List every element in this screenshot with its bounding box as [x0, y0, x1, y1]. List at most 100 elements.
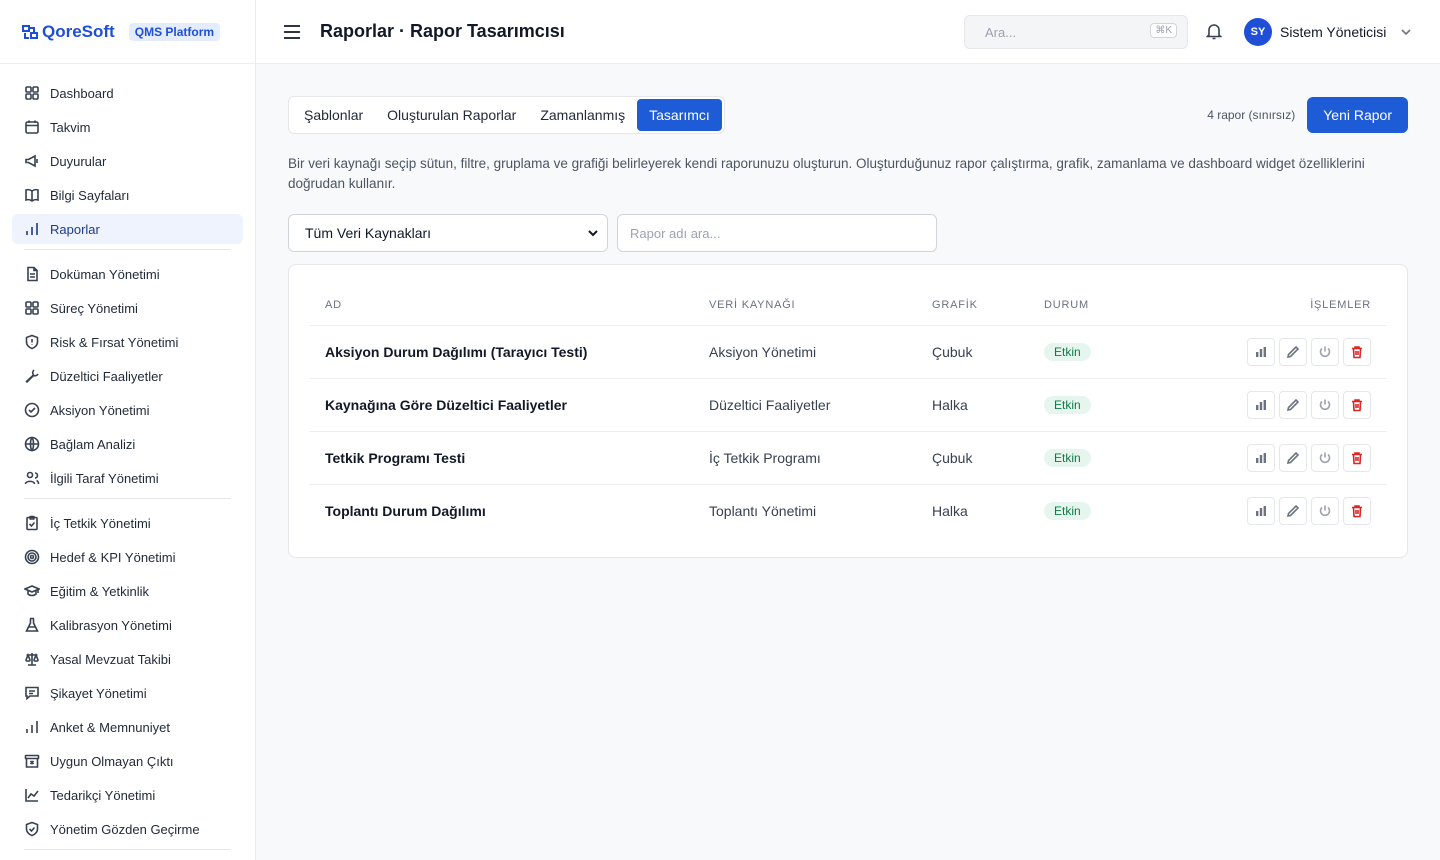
shield-check-icon — [25, 821, 39, 837]
edit-report-button[interactable] — [1279, 337, 1307, 366]
tab-zamanlanmis[interactable]: Zamanlanmış — [528, 99, 637, 131]
report-chart-type: Çubuk — [932, 325, 1044, 379]
document-icon — [27, 266, 38, 282]
status-badge: Etkin — [1044, 342, 1091, 361]
toggle-report-button[interactable] — [1311, 496, 1339, 525]
report-name: Tetkik Programı Testi — [309, 431, 709, 485]
report-chart-type: Çubuk — [932, 431, 1044, 485]
sidebar-item-label: Süreç Yönetimi — [50, 300, 138, 316]
logo-icon — [22, 24, 38, 39]
sidebar-item-label: Risk & Fırsat Yönetimi — [50, 334, 179, 350]
sidebar: QoreSoft QMS Platform Dashboard Takvim D… — [0, 0, 256, 860]
sidebar-item-label: Kalibrasyon Yönetimi — [50, 617, 172, 633]
trend-chart-icon — [25, 789, 39, 802]
delete-report-button[interactable] — [1343, 496, 1371, 525]
delete-report-button[interactable] — [1343, 443, 1371, 472]
edit-report-button[interactable] — [1279, 390, 1307, 419]
flask-icon — [25, 617, 39, 632]
sidebar-item-label: Bilgi Sayfaları — [50, 187, 130, 203]
user-name: Sistem Yöneticisi — [1280, 24, 1387, 40]
sidebar-item-raporlar[interactable]: Raporlar — [12, 214, 243, 244]
global-search[interactable]: ⌘K — [964, 15, 1188, 49]
sidebar-item-risk-firsat[interactable]: Risk & Fırsat Yönetimi — [12, 327, 243, 357]
sidebar-item-label: Hedef & KPI Yönetimi — [50, 549, 176, 565]
sidebar-item-baglam-analizi[interactable]: Bağlam Analizi — [12, 429, 243, 459]
archive-x-icon — [24, 754, 40, 768]
sidebar-item-label: Uygun Olmayan Çıktı — [50, 753, 174, 769]
sidebar-item-label: Eğitim & Yetkinlik — [50, 583, 149, 599]
sidebar-item-takvim[interactable]: Takvim — [12, 112, 243, 142]
new-report-button[interactable]: Yeni Rapor — [1307, 97, 1408, 133]
column-header-ops: İŞLEMLER — [1129, 285, 1387, 326]
edit-report-button[interactable] — [1279, 443, 1307, 472]
sidebar-item-uygun-olmayan[interactable]: Uygun Olmayan Çıktı — [12, 746, 243, 776]
menu-toggle-button[interactable] — [282, 22, 302, 42]
report-source: Düzeltici Faaliyetler — [709, 378, 932, 432]
column-header-status: DURUM — [1044, 285, 1130, 326]
sidebar-item-ic-tetkik[interactable]: İç Tetkik Yönetimi — [12, 508, 243, 538]
main-content: Şablonlar Oluşturulan Raporlar Zamanlanm… — [288, 96, 1408, 558]
sidebar-item-egitim-yetkinlik[interactable]: Eğitim & Yetkinlik — [12, 576, 243, 606]
sidebar-item-bilgi-sayfalari[interactable]: Bilgi Sayfaları — [12, 180, 243, 210]
tab-tasarimci[interactable]: Tasarımcı — [637, 99, 722, 131]
report-name-search-input[interactable] — [617, 214, 937, 252]
sidebar-item-label: Yönetim Gözden Geçirme — [50, 821, 200, 837]
run-report-button[interactable] — [1247, 390, 1275, 419]
delete-report-button[interactable] — [1343, 337, 1371, 366]
pencil-icon — [1286, 504, 1300, 517]
clipboard-check-icon — [26, 515, 38, 531]
report-source: Aksiyon Yönetimi — [709, 325, 932, 379]
topbar: Raporlar · Rapor Tasarımcısı ⌘K SY Siste… — [256, 0, 1440, 64]
sidebar-item-tedarikci[interactable]: Tedarikçi Yönetimi — [12, 780, 243, 810]
bar-chart-icon — [1256, 452, 1266, 463]
pencil-icon — [1286, 398, 1300, 411]
sidebar-item-kalibrasyon[interactable]: Kalibrasyon Yönetimi — [12, 610, 243, 640]
delete-report-button[interactable] — [1343, 390, 1371, 419]
brand-logo[interactable]: QoreSoft — [20, 22, 115, 42]
hamburger-icon — [284, 24, 300, 39]
toggle-report-button[interactable] — [1311, 443, 1339, 472]
sidebar-item-anket[interactable]: Anket & Memnuniyet — [12, 712, 243, 742]
grid-icon — [25, 86, 39, 100]
brand-badge: QMS Platform — [128, 22, 221, 41]
sidebar-item-duzeltici-faaliyetler[interactable]: Düzeltici Faaliyetler — [12, 361, 243, 391]
sidebar-item-ilgili-taraf[interactable]: İlgili Taraf Yönetimi — [12, 463, 243, 493]
toggle-report-button[interactable] — [1311, 390, 1339, 419]
user-menu[interactable]: SY Sistem Yöneticisi — [1244, 18, 1412, 46]
toggle-report-button[interactable] — [1311, 337, 1339, 366]
report-name: Aksiyon Durum Dağılımı (Tarayıcı Testi) — [309, 325, 709, 379]
run-report-button[interactable] — [1247, 337, 1275, 366]
table-row: Toplantı Durum Dağılımı Toplantı Yönetim… — [309, 484, 1387, 537]
notifications-button[interactable] — [1205, 22, 1223, 40]
users-icon — [24, 471, 40, 485]
sidebar-item-label: Yasal Mevzuat Takibi — [50, 651, 171, 667]
sidebar-item-dashboard[interactable]: Dashboard — [12, 78, 243, 108]
sidebar-nav: Dashboard Takvim Duyurular Bilgi Sayfala… — [0, 64, 255, 850]
sidebar-item-aksiyon-yonetimi[interactable]: Aksiyon Yönetimi — [12, 395, 243, 425]
filters-row: Tüm Veri Kaynakları — [288, 214, 1408, 252]
bar-chart-icon — [26, 721, 38, 733]
brand-name: QoreSoft — [42, 21, 115, 41]
sidebar-item-yasal-mevzuat[interactable]: Yasal Mevzuat Takibi — [12, 644, 243, 674]
search-input[interactable] — [985, 24, 1135, 40]
sidebar-divider — [24, 498, 231, 499]
run-report-button[interactable] — [1247, 443, 1275, 472]
sidebar-item-surec-yonetimi[interactable]: Süreç Yönetimi — [12, 293, 243, 323]
sidebar-item-sikayet[interactable]: Şikayet Yönetimi — [12, 678, 243, 708]
tab-olusturulan-raporlar[interactable]: Oluşturulan Raporlar — [375, 99, 528, 131]
target-icon — [24, 549, 40, 565]
edit-report-button[interactable] — [1279, 496, 1307, 525]
sidebar-item-label: İlgili Taraf Yönetimi — [50, 470, 159, 486]
data-source-select[interactable]: Tüm Veri Kaynakları — [288, 214, 608, 252]
status-badge: Etkin — [1044, 395, 1091, 414]
sidebar-item-label: Tedarikçi Yönetimi — [50, 787, 156, 803]
sidebar-item-duyurular[interactable]: Duyurular — [12, 146, 243, 176]
tabs-row: Şablonlar Oluşturulan Raporlar Zamanlanm… — [288, 96, 1408, 134]
bar-chart-icon — [1256, 346, 1266, 357]
sidebar-item-hedef-kpi[interactable]: Hedef & KPI Yönetimi — [12, 542, 243, 572]
sidebar-item-dokuman-yonetimi[interactable]: Doküman Yönetimi — [12, 259, 243, 289]
tab-sablonlar[interactable]: Şablonlar — [292, 99, 375, 131]
check-circle-icon — [24, 402, 40, 418]
sidebar-item-yonetim-gozden-gecirme[interactable]: Yönetim Gözden Geçirme — [12, 814, 243, 844]
run-report-button[interactable] — [1247, 496, 1275, 525]
